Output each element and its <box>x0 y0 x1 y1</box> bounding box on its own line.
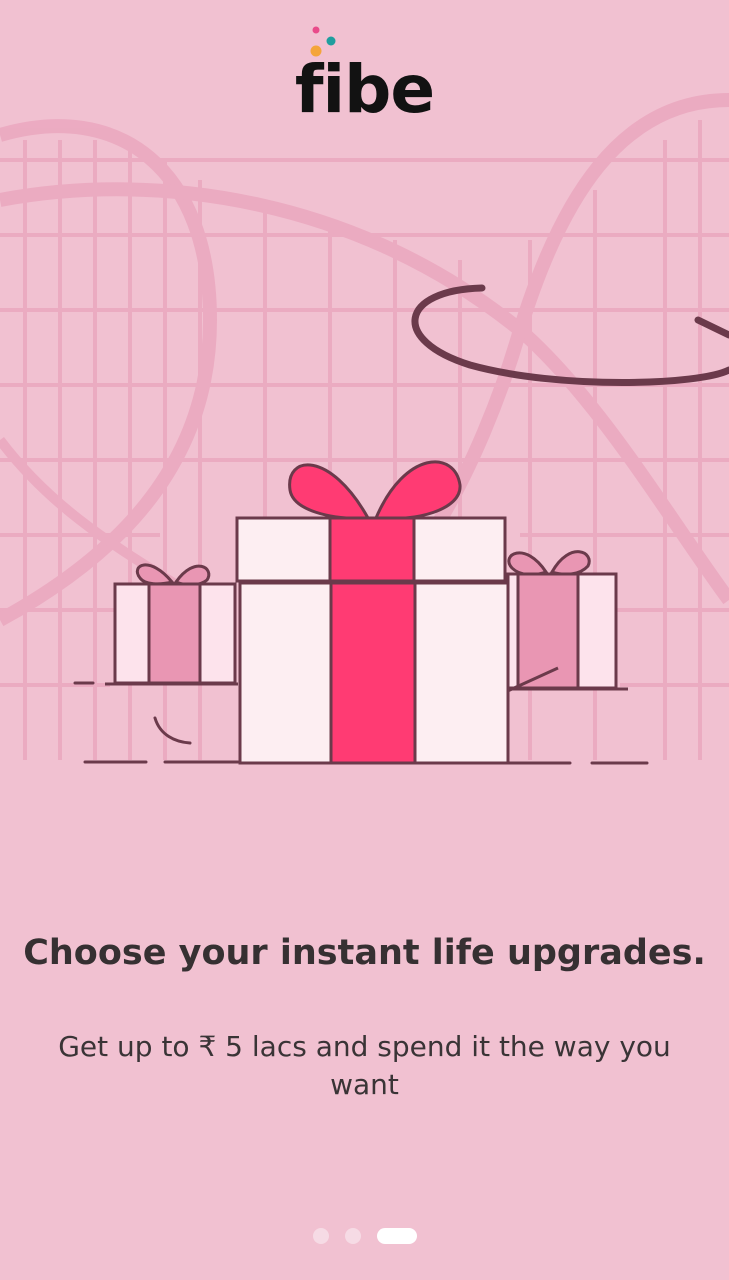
small-gift-left <box>105 563 238 686</box>
gift-boxes-illustration <box>0 93 729 765</box>
swoosh-line <box>411 284 729 386</box>
big-gift <box>235 460 510 765</box>
onboarding-description: Get up to ₹ 5 lacs and spend it the way … <box>58 1030 671 1101</box>
onboarding-screen: fibe Choose your instant life upgrades. … <box>0 0 729 1280</box>
page-indicator <box>0 1226 729 1246</box>
onboarding-headline: Choose your instant life upgrades. <box>23 933 706 973</box>
page-dot-3-active[interactable] <box>376 1228 417 1244</box>
page-dot-1[interactable] <box>312 1228 329 1244</box>
page-dot-2[interactable] <box>344 1228 361 1244</box>
